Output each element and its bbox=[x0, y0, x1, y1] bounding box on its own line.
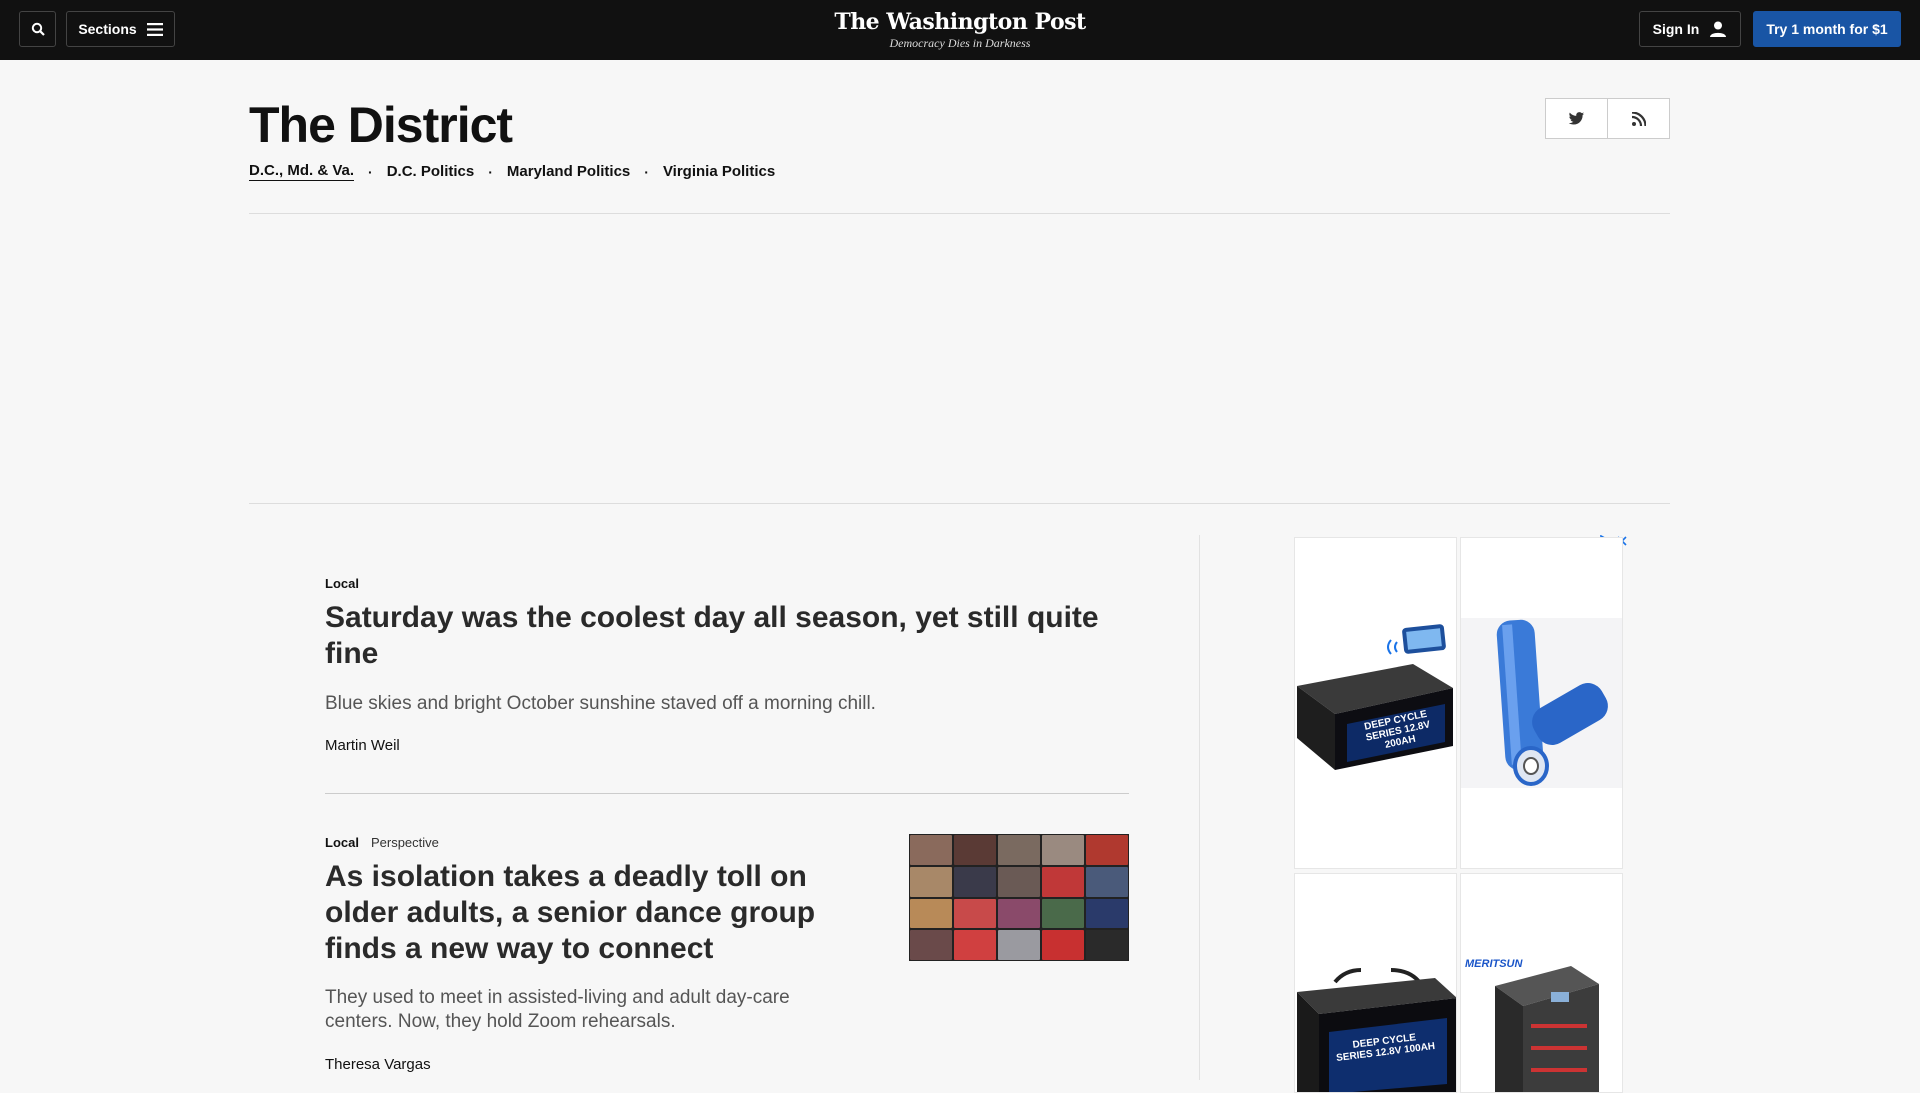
cells-image bbox=[1461, 618, 1622, 788]
battery-image bbox=[1297, 624, 1453, 770]
rss-icon bbox=[1631, 111, 1646, 126]
story-divider bbox=[325, 793, 1129, 794]
subnav-dc-md-va[interactable]: D.C., Md. & Va. bbox=[249, 162, 355, 181]
battery-image bbox=[1297, 968, 1456, 1092]
sign-in-label: Sign In bbox=[1652, 21, 1700, 37]
sign-in-button[interactable]: Sign In bbox=[1639, 11, 1741, 47]
sections-label: Sections bbox=[78, 21, 137, 37]
story-1-headline[interactable]: Saturday was the coolest day all season,… bbox=[325, 600, 1125, 672]
headline-line: As isolation takes a deadly toll on bbox=[325, 860, 807, 893]
blurb-line: centers. Now, they hold Zoom rehearsals. bbox=[325, 1011, 676, 1032]
story-1-kicker-row: Local bbox=[325, 576, 359, 591]
site-logo[interactable]: The Washington Post Democracy Dies in Da… bbox=[834, 9, 1086, 51]
search-icon bbox=[31, 22, 45, 36]
subnav-separator: · bbox=[488, 163, 493, 180]
cabinet-image bbox=[1495, 966, 1599, 1092]
search-button[interactable] bbox=[19, 11, 56, 47]
story-kicker[interactable]: Local bbox=[325, 576, 359, 591]
ad-tile-lithium-cells[interactable] bbox=[1460, 537, 1623, 869]
story-1-byline[interactable]: Martin Weil bbox=[325, 737, 400, 754]
sections-button[interactable]: Sections bbox=[66, 11, 175, 47]
top-bar: Sections The Washington Post Democracy D… bbox=[0, 0, 1920, 60]
column-divider bbox=[1199, 535, 1200, 1080]
story-2-byline[interactable]: Theresa Vargas bbox=[325, 1056, 431, 1073]
trial-offer-label: Try 1 month for $1 bbox=[1766, 21, 1888, 37]
logo-title: The Washington Post bbox=[834, 9, 1086, 35]
ad-tile-battery-100ah[interactable]: DEEP CYCLE SERIES 12.8V 100AH bbox=[1294, 873, 1457, 1093]
story-2-blurb: They used to meet in assisted-living and… bbox=[325, 986, 845, 1034]
page-title: The District bbox=[249, 97, 513, 153]
story-kicker[interactable]: Local bbox=[325, 835, 359, 850]
subnav-separator: · bbox=[368, 163, 373, 180]
headline-line: finds a new way to connect bbox=[325, 932, 714, 965]
story-kicker-perspective: Perspective bbox=[370, 835, 439, 850]
blurb-line: They used to meet in assisted-living and… bbox=[325, 987, 790, 1008]
ad-tile-battery-200ah[interactable]: DEEP CYCLE SERIES 12.8V 200AH bbox=[1294, 537, 1457, 869]
user-icon bbox=[1710, 21, 1727, 37]
trial-offer-button[interactable]: Try 1 month for $1 bbox=[1753, 11, 1901, 47]
logo-tagline: Democracy Dies in Darkness bbox=[889, 36, 1031, 50]
section-subnav: D.C., Md. & Va. · D.C. Politics · Maryla… bbox=[249, 162, 775, 181]
header-divider bbox=[249, 213, 1670, 214]
menu-icon bbox=[146, 22, 163, 36]
subnav-maryland-politics[interactable]: Maryland Politics bbox=[507, 163, 630, 180]
subnav-separator: · bbox=[644, 163, 649, 180]
ad-brand-label: MERITSUN bbox=[1465, 958, 1523, 970]
ad-tile-battery-cabinet[interactable]: MERITSUN bbox=[1460, 873, 1623, 1093]
story-2-kicker-row: Local Perspective bbox=[325, 835, 439, 850]
subnav-dc-politics[interactable]: D.C. Politics bbox=[387, 163, 475, 180]
story-2-headline[interactable]: As isolation takes a deadly toll on olde… bbox=[325, 859, 845, 967]
subnav-virginia-politics[interactable]: Virginia Politics bbox=[663, 163, 775, 180]
story-1-blurb: Blue skies and bright October sunshine s… bbox=[325, 693, 876, 714]
headline-line: older adults, a senior dance group bbox=[325, 896, 816, 929]
rss-button[interactable] bbox=[1607, 99, 1669, 138]
story-2-thumbnail[interactable] bbox=[909, 834, 1129, 961]
advertisement[interactable]: DEEP CYCLE SERIES 12.8V 200AH DEEP CYCLE… bbox=[1293, 535, 1627, 1093]
ad-slot-divider bbox=[249, 503, 1670, 504]
social-links bbox=[1545, 98, 1670, 139]
twitter-button[interactable] bbox=[1546, 99, 1607, 138]
twitter-icon bbox=[1568, 111, 1585, 125]
